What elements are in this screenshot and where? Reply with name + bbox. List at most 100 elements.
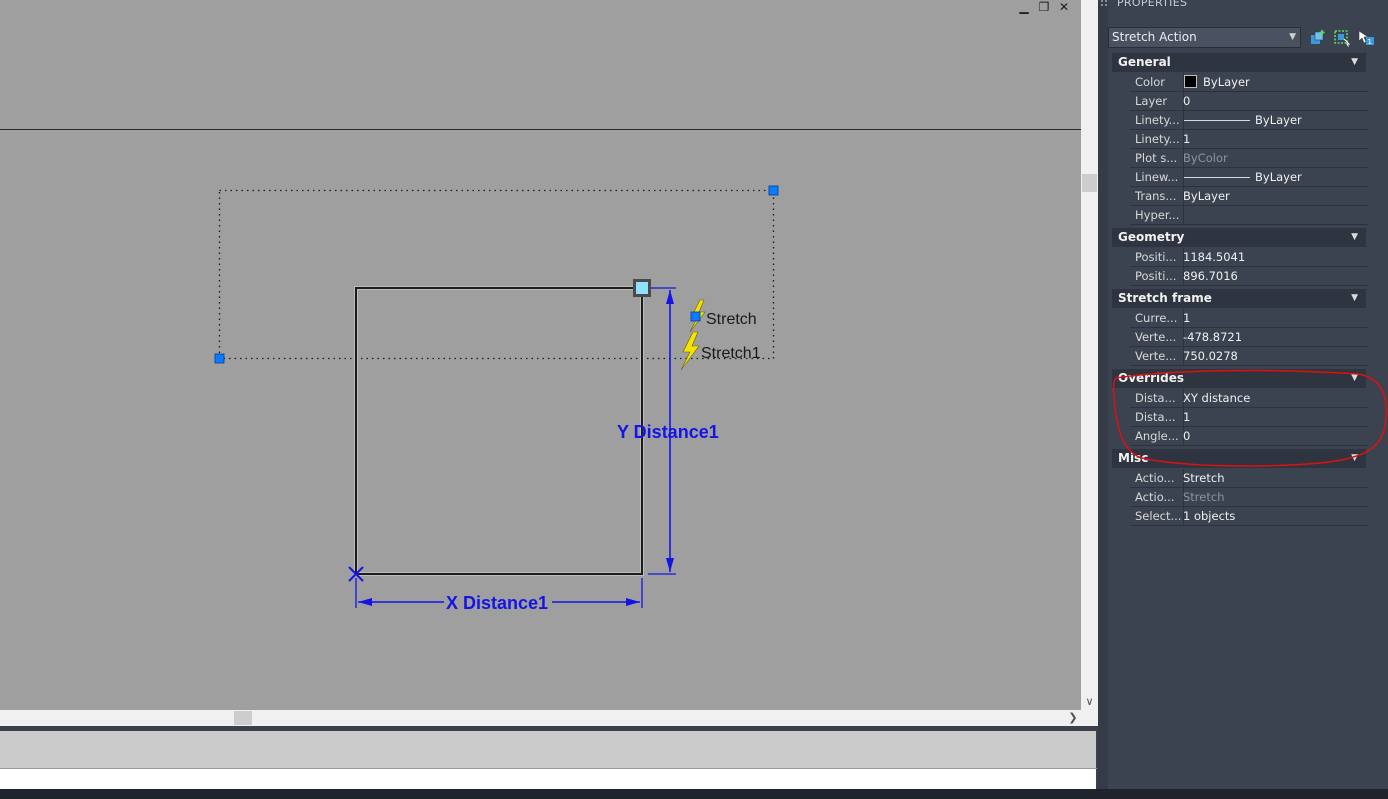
svg-text:1: 1 (1368, 38, 1372, 46)
square-geometry[interactable] (355, 287, 643, 575)
minimize-icon[interactable]: ▁ (1016, 0, 1032, 14)
prop-row-hyperlink[interactable]: Hyper... (1130, 206, 1368, 225)
prop-value: 1 (1183, 410, 1191, 424)
grip-dots-icon (1101, 0, 1107, 6)
section-title: Stretch frame (1118, 291, 1212, 305)
section-general[interactable]: General ▼ (1112, 53, 1366, 72)
select-objects-icon[interactable] (1333, 29, 1351, 47)
prop-name: Plot s... (1130, 149, 1184, 167)
section-stretch-frame[interactable]: Stretch frame ▼ (1112, 289, 1366, 308)
corner-grip[interactable] (636, 282, 648, 294)
toggle-pickadd-icon[interactable]: 1 (1357, 29, 1375, 47)
prop-value (1183, 206, 1368, 224)
section-geometry[interactable]: Geometry ▼ (1112, 228, 1366, 247)
prop-row-lineweight[interactable]: Linew... ByLayer (1130, 168, 1368, 187)
prop-name: Verte... (1130, 328, 1184, 346)
prop-name: Linety... (1130, 130, 1184, 148)
quick-select-icon[interactable] (1309, 29, 1327, 47)
prop-row-position-x[interactable]: Positi... 1184.5041 (1130, 248, 1368, 267)
frame-grip-top-right[interactable] (768, 185, 779, 196)
prop-row-selection-set[interactable]: Select... 1 objects (1130, 507, 1368, 526)
chevron-down-icon[interactable]: ▼ (1351, 53, 1358, 72)
prop-value: 896.7016 (1183, 269, 1238, 283)
x-param-arrow-right (626, 598, 640, 606)
horizontal-scroll-thumb[interactable] (234, 711, 252, 725)
prop-row-angle-offset[interactable]: Angle... 0 (1130, 427, 1368, 446)
prop-row-position-y[interactable]: Positi... 896.7016 (1130, 267, 1368, 286)
prop-name: Positi... (1130, 267, 1184, 285)
prop-name: Actio... (1130, 488, 1184, 506)
prop-value: Stretch (1183, 490, 1225, 504)
horizontal-scrollbar[interactable]: ❯ (0, 710, 1081, 726)
prop-name: Actio... (1130, 469, 1184, 487)
prop-name: Verte... (1130, 347, 1184, 365)
chevron-down-icon[interactable]: ▼ (1351, 289, 1358, 308)
restore-icon[interactable]: ❐ (1036, 0, 1052, 14)
x-param-label[interactable]: X Distance1 (446, 593, 548, 613)
scroll-down-icon[interactable]: ∨ (1081, 693, 1098, 710)
prop-value: XY distance (1183, 391, 1251, 405)
section-title: Overrides (1118, 371, 1184, 385)
prop-row-color[interactable]: Color ByLayer (1130, 73, 1368, 92)
prop-row-linetype-scale[interactable]: Linety... 1 (1130, 130, 1368, 149)
vertical-scrollbar[interactable]: ∨ (1081, 0, 1098, 710)
section-title: Misc (1118, 451, 1149, 465)
section-title: General (1118, 55, 1171, 69)
square-geometry-halo (354, 286, 644, 576)
prop-name: Curre... (1130, 309, 1184, 327)
chevron-down-icon[interactable]: ▼ (1351, 369, 1358, 388)
close-icon[interactable]: ✕ (1056, 0, 1072, 14)
drawing-svg[interactable]: Y Distance1 X Distance1 Stretch Stretch1 (0, 0, 1081, 710)
prop-row-layer[interactable]: Layer 0 (1130, 92, 1368, 111)
vertical-scroll-thumb[interactable] (1082, 174, 1097, 192)
prop-row-plot-style[interactable]: Plot s... ByColor (1130, 149, 1368, 168)
prop-name: Linew... (1130, 168, 1184, 186)
prop-row-vertex-x[interactable]: Verte... -478.8721 (1130, 328, 1368, 347)
section-overrides[interactable]: Overrides ▼ (1112, 369, 1366, 388)
y-param-arrow-bottom (666, 558, 674, 572)
y-param-label[interactable]: Y Distance1 (617, 422, 719, 442)
stretch-action-grip[interactable] (690, 311, 701, 322)
command-history (0, 731, 1098, 768)
prop-row-distance-multiplier[interactable]: Dista... 1 (1130, 408, 1368, 427)
palette-grip[interactable] (1098, 0, 1108, 789)
color-swatch (1184, 75, 1197, 88)
drawing-canvas[interactable]: Y Distance1 X Distance1 Stretch Stretch1… (0, 0, 1081, 710)
object-type-select[interactable]: Stretch Action ▼ (1108, 27, 1301, 48)
chevron-down-icon: ▼ (1289, 32, 1296, 42)
prop-row-distance-type[interactable]: Dista... XY distance (1130, 389, 1368, 408)
stretch1-action-label[interactable]: Stretch1 (701, 345, 761, 362)
prop-name: Hyper... (1130, 206, 1184, 224)
section-misc[interactable]: Misc ▼ (1112, 449, 1366, 468)
stretch-action-label[interactable]: Stretch (706, 311, 757, 328)
prop-name: Linety... (1130, 111, 1184, 129)
prop-name: Dista... (1130, 389, 1184, 407)
frame-grip-bottom-left[interactable] (214, 353, 225, 364)
prop-row-transparency[interactable]: Trans... ByLayer (1130, 187, 1368, 206)
x-param-arrow-left (358, 598, 372, 606)
prop-name: Positi... (1130, 248, 1184, 266)
properties-palette: PROPERTIES Stretch Action ▼ 1 General ▼ … (1098, 0, 1388, 789)
palette-title: PROPERTIES (1117, 0, 1188, 9)
prop-value: ByLayer (1255, 170, 1302, 184)
prop-name: Angle... (1130, 427, 1184, 445)
status-bar (0, 789, 1388, 799)
prop-row-action-name[interactable]: Actio... Stretch (1130, 469, 1368, 488)
stretch-frame[interactable] (218, 189, 775, 360)
section-title: Geometry (1118, 230, 1185, 244)
prop-value: ByLayer (1255, 113, 1302, 127)
chevron-down-icon[interactable]: ▼ (1351, 449, 1358, 468)
prop-row-linetype[interactable]: Linety... ByLayer (1130, 111, 1368, 130)
linetype-glyph (1184, 120, 1250, 121)
prop-value: 0 (1183, 429, 1191, 443)
command-line-input[interactable] (0, 768, 1098, 790)
prop-value: 0 (1183, 94, 1191, 108)
chevron-down-icon[interactable]: ▼ (1351, 228, 1358, 247)
scroll-right-icon[interactable]: ❯ (1065, 710, 1081, 726)
prop-row-current-vertex[interactable]: Curre... 1 (1130, 309, 1368, 328)
prop-row-action-type[interactable]: Actio... Stretch (1130, 488, 1368, 507)
prop-value: 1184.5041 (1183, 250, 1246, 264)
prop-row-vertex-y[interactable]: Verte... 750.0278 (1130, 347, 1368, 366)
prop-value: 750.0278 (1183, 349, 1238, 363)
lightning-bolt-icon[interactable] (680, 331, 700, 371)
